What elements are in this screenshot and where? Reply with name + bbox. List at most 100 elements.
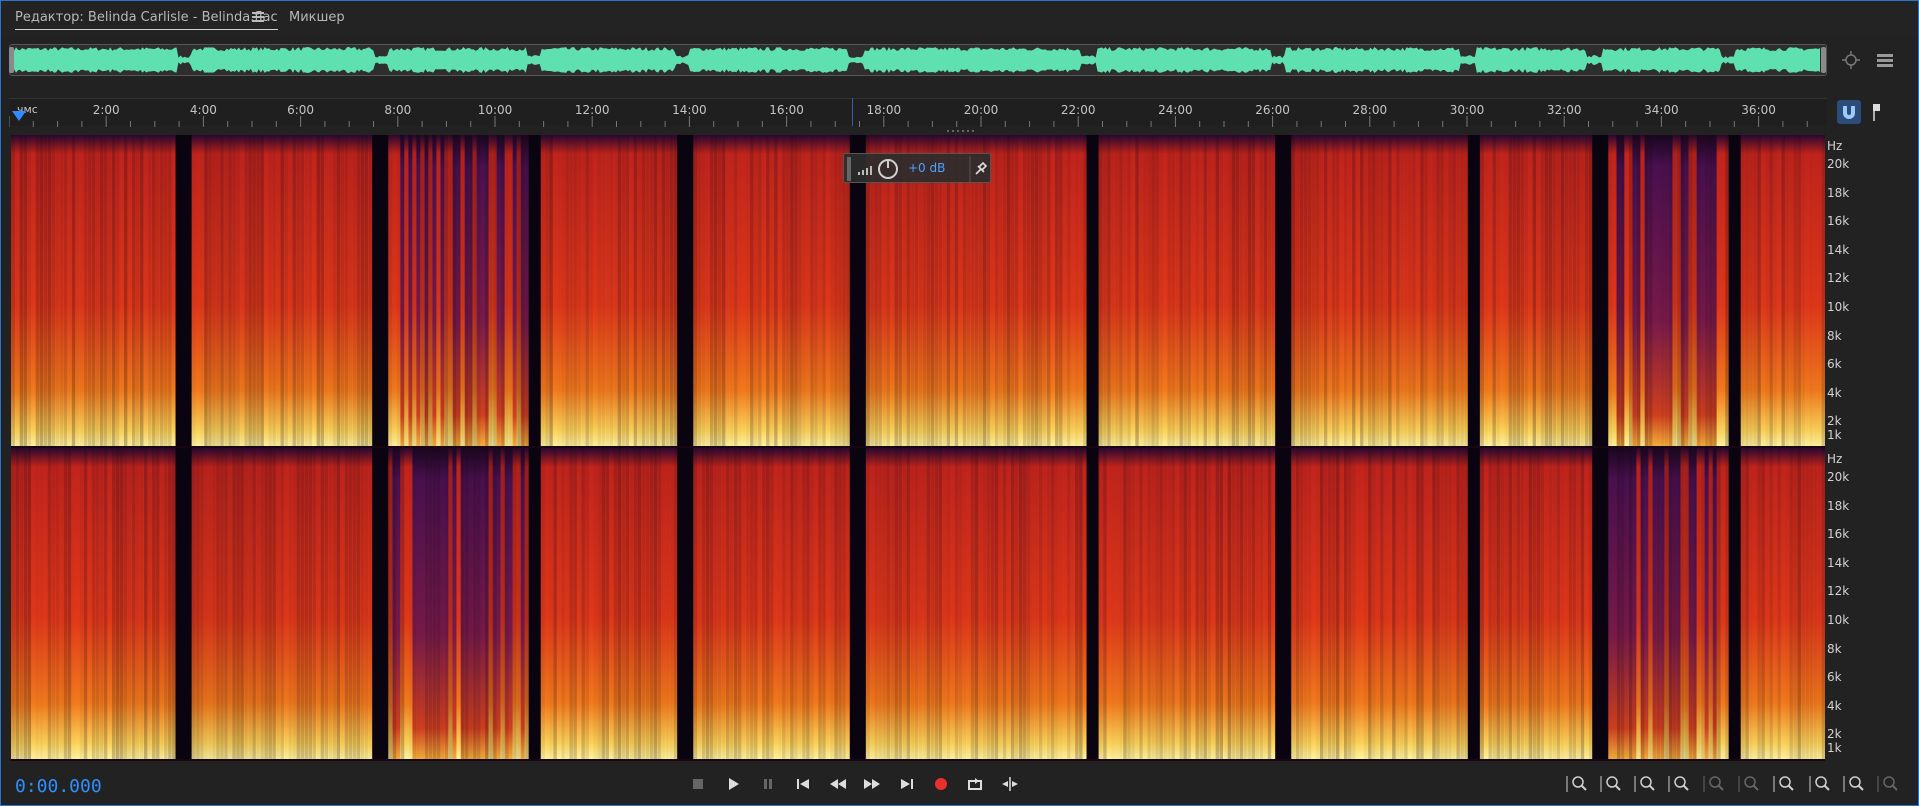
overview-waveform bbox=[14, 47, 1820, 73]
ruler-label: 12:00 bbox=[574, 103, 610, 117]
channel-right-spectrogram[interactable] bbox=[11, 448, 1825, 761]
frequency-label: 18k bbox=[1827, 498, 1850, 513]
fast-forward-icon bbox=[864, 779, 880, 789]
zoom-out-full-button[interactable] bbox=[1736, 772, 1764, 796]
zoom-out-amplitude-icon bbox=[1600, 776, 1621, 792]
frequency-unit: Hz bbox=[1827, 139, 1843, 153]
tab-editor[interactable]: Редактор: Belinda Carlisle - Belinda.fla… bbox=[15, 10, 278, 30]
rewind-button[interactable] bbox=[826, 772, 850, 796]
frequency-label: 14k bbox=[1827, 555, 1850, 570]
stop-icon bbox=[693, 779, 703, 789]
ruler-label: 20:00 bbox=[963, 103, 999, 117]
zoom-out-amplitude-button[interactable] bbox=[1598, 772, 1626, 796]
frequency-label: 20k bbox=[1827, 157, 1850, 171]
frequency-label: 4k bbox=[1827, 385, 1842, 400]
zoom-in-left-button[interactable] bbox=[1771, 772, 1799, 796]
tab-menu-icon[interactable] bbox=[252, 10, 264, 24]
frequency-label: 6k bbox=[1827, 357, 1842, 372]
zoom-selection-button[interactable] bbox=[1701, 772, 1729, 796]
stop-button[interactable] bbox=[686, 772, 710, 796]
frequency-label: 18k bbox=[1827, 185, 1850, 200]
gain-value[interactable]: +0 dB bbox=[908, 161, 945, 175]
ruler-label: 22:00 bbox=[1060, 103, 1096, 117]
frequency-label: 16k bbox=[1827, 527, 1850, 542]
frequency-label: 1k bbox=[1827, 741, 1842, 755]
ruler-label: 24:00 bbox=[1158, 103, 1193, 117]
loop-button[interactable] bbox=[964, 772, 988, 796]
marker-pin-icon[interactable] bbox=[1867, 100, 1887, 124]
magnet-icon bbox=[1843, 106, 1855, 119]
skip-selection-icon bbox=[1002, 777, 1018, 791]
tab-mixer[interactable]: Микшер bbox=[289, 10, 345, 25]
pause-button[interactable] bbox=[756, 772, 780, 796]
ruler-label: 2:00 bbox=[92, 103, 120, 117]
ruler-label: 18:00 bbox=[866, 103, 902, 117]
ruler-label: 4:00 bbox=[189, 103, 217, 117]
zoom-in-amplitude-button[interactable] bbox=[1564, 772, 1592, 796]
gain-hud[interactable]: +0 dB bbox=[843, 153, 991, 183]
go-to-start-button[interactable] bbox=[791, 772, 815, 796]
frequency-label: 8k bbox=[1827, 328, 1842, 343]
zoom-in-right-icon bbox=[1809, 776, 1830, 792]
ruler-label: 28:00 bbox=[1352, 103, 1388, 117]
zoom-all-icon bbox=[1877, 776, 1898, 792]
frequency-label: 14k bbox=[1827, 242, 1850, 257]
pause-icon bbox=[764, 779, 772, 789]
play-button[interactable] bbox=[721, 772, 745, 796]
rewind-icon bbox=[830, 779, 846, 789]
current-time[interactable]: 0:00.000 bbox=[15, 776, 102, 797]
zoom-in-right-button[interactable] bbox=[1807, 772, 1835, 796]
zoom-reset-icon bbox=[1843, 776, 1864, 792]
ruler-label: 16:00 bbox=[769, 103, 804, 117]
spectral-display[interactable] bbox=[11, 135, 1825, 761]
frequency-unit: Hz bbox=[1827, 452, 1843, 466]
time-ruler[interactable]: чмс 2:00 4:00 6:00 8:00 10:00 12:00 14:00 16:00… bbox=[9, 98, 1827, 127]
frequency-label: 2k bbox=[1827, 727, 1842, 742]
frequency-label: 12k bbox=[1827, 271, 1850, 286]
overview-waveform-shape bbox=[14, 47, 1820, 73]
ruler-label: 34:00 bbox=[1644, 103, 1679, 117]
hud-drag-grip bbox=[847, 157, 851, 181]
loop-icon bbox=[968, 778, 982, 790]
ruler-label: 30:00 bbox=[1449, 103, 1485, 117]
frequency-label: 16k bbox=[1827, 214, 1850, 229]
track-list-icon[interactable] bbox=[1875, 50, 1897, 72]
playhead-marker-icon[interactable] bbox=[12, 111, 26, 121]
level-meter-icon bbox=[858, 166, 872, 175]
zoom-out-full-icon bbox=[1738, 776, 1759, 792]
zoom-in-left-icon bbox=[1773, 776, 1794, 792]
frequency-label: 8k bbox=[1827, 641, 1842, 656]
ruler-label: 8:00 bbox=[384, 103, 412, 117]
zoom-in-time-button[interactable] bbox=[1632, 772, 1660, 796]
zoom-out-time-button[interactable] bbox=[1666, 772, 1694, 796]
zoom-out-time-icon bbox=[1668, 776, 1689, 792]
zoom-all-button[interactable] bbox=[1875, 772, 1903, 796]
spectrogram-columns bbox=[11, 448, 1825, 759]
play-icon bbox=[729, 778, 739, 790]
go-to-end-button[interactable] bbox=[895, 772, 919, 796]
frequency-label: 1k bbox=[1827, 428, 1842, 442]
frequency-label: 10k bbox=[1827, 613, 1850, 627]
ruler-label: 26:00 bbox=[1255, 103, 1290, 117]
pin-icon bbox=[975, 161, 988, 175]
ruler-label: 14:00 bbox=[672, 103, 707, 117]
skip-back-icon bbox=[797, 779, 809, 789]
frequency-label: 20k bbox=[1827, 470, 1850, 484]
record-button[interactable] bbox=[929, 772, 953, 796]
waveform-overview[interactable] bbox=[9, 44, 1827, 76]
frequency-label: 4k bbox=[1827, 698, 1842, 713]
fast-forward-button[interactable] bbox=[860, 772, 884, 796]
editor-window: Редактор: Belinda Carlisle - Belinda.fla… bbox=[0, 0, 1919, 806]
frequency-label: 2k bbox=[1827, 414, 1842, 429]
playhead-line bbox=[852, 98, 853, 126]
skip-selection-button[interactable] bbox=[998, 772, 1022, 796]
zoom-reset-button[interactable] bbox=[1841, 772, 1869, 796]
overview-right-handle[interactable] bbox=[1821, 47, 1826, 73]
ruler-label: 32:00 bbox=[1546, 103, 1582, 117]
frequency-label: 6k bbox=[1827, 670, 1842, 685]
snap-toggle-button[interactable] bbox=[1837, 100, 1861, 124]
frequency-label: 12k bbox=[1827, 584, 1850, 599]
record-icon bbox=[935, 778, 947, 790]
skip-forward-icon bbox=[901, 779, 913, 789]
zoom-overview-icon[interactable] bbox=[1841, 50, 1863, 72]
